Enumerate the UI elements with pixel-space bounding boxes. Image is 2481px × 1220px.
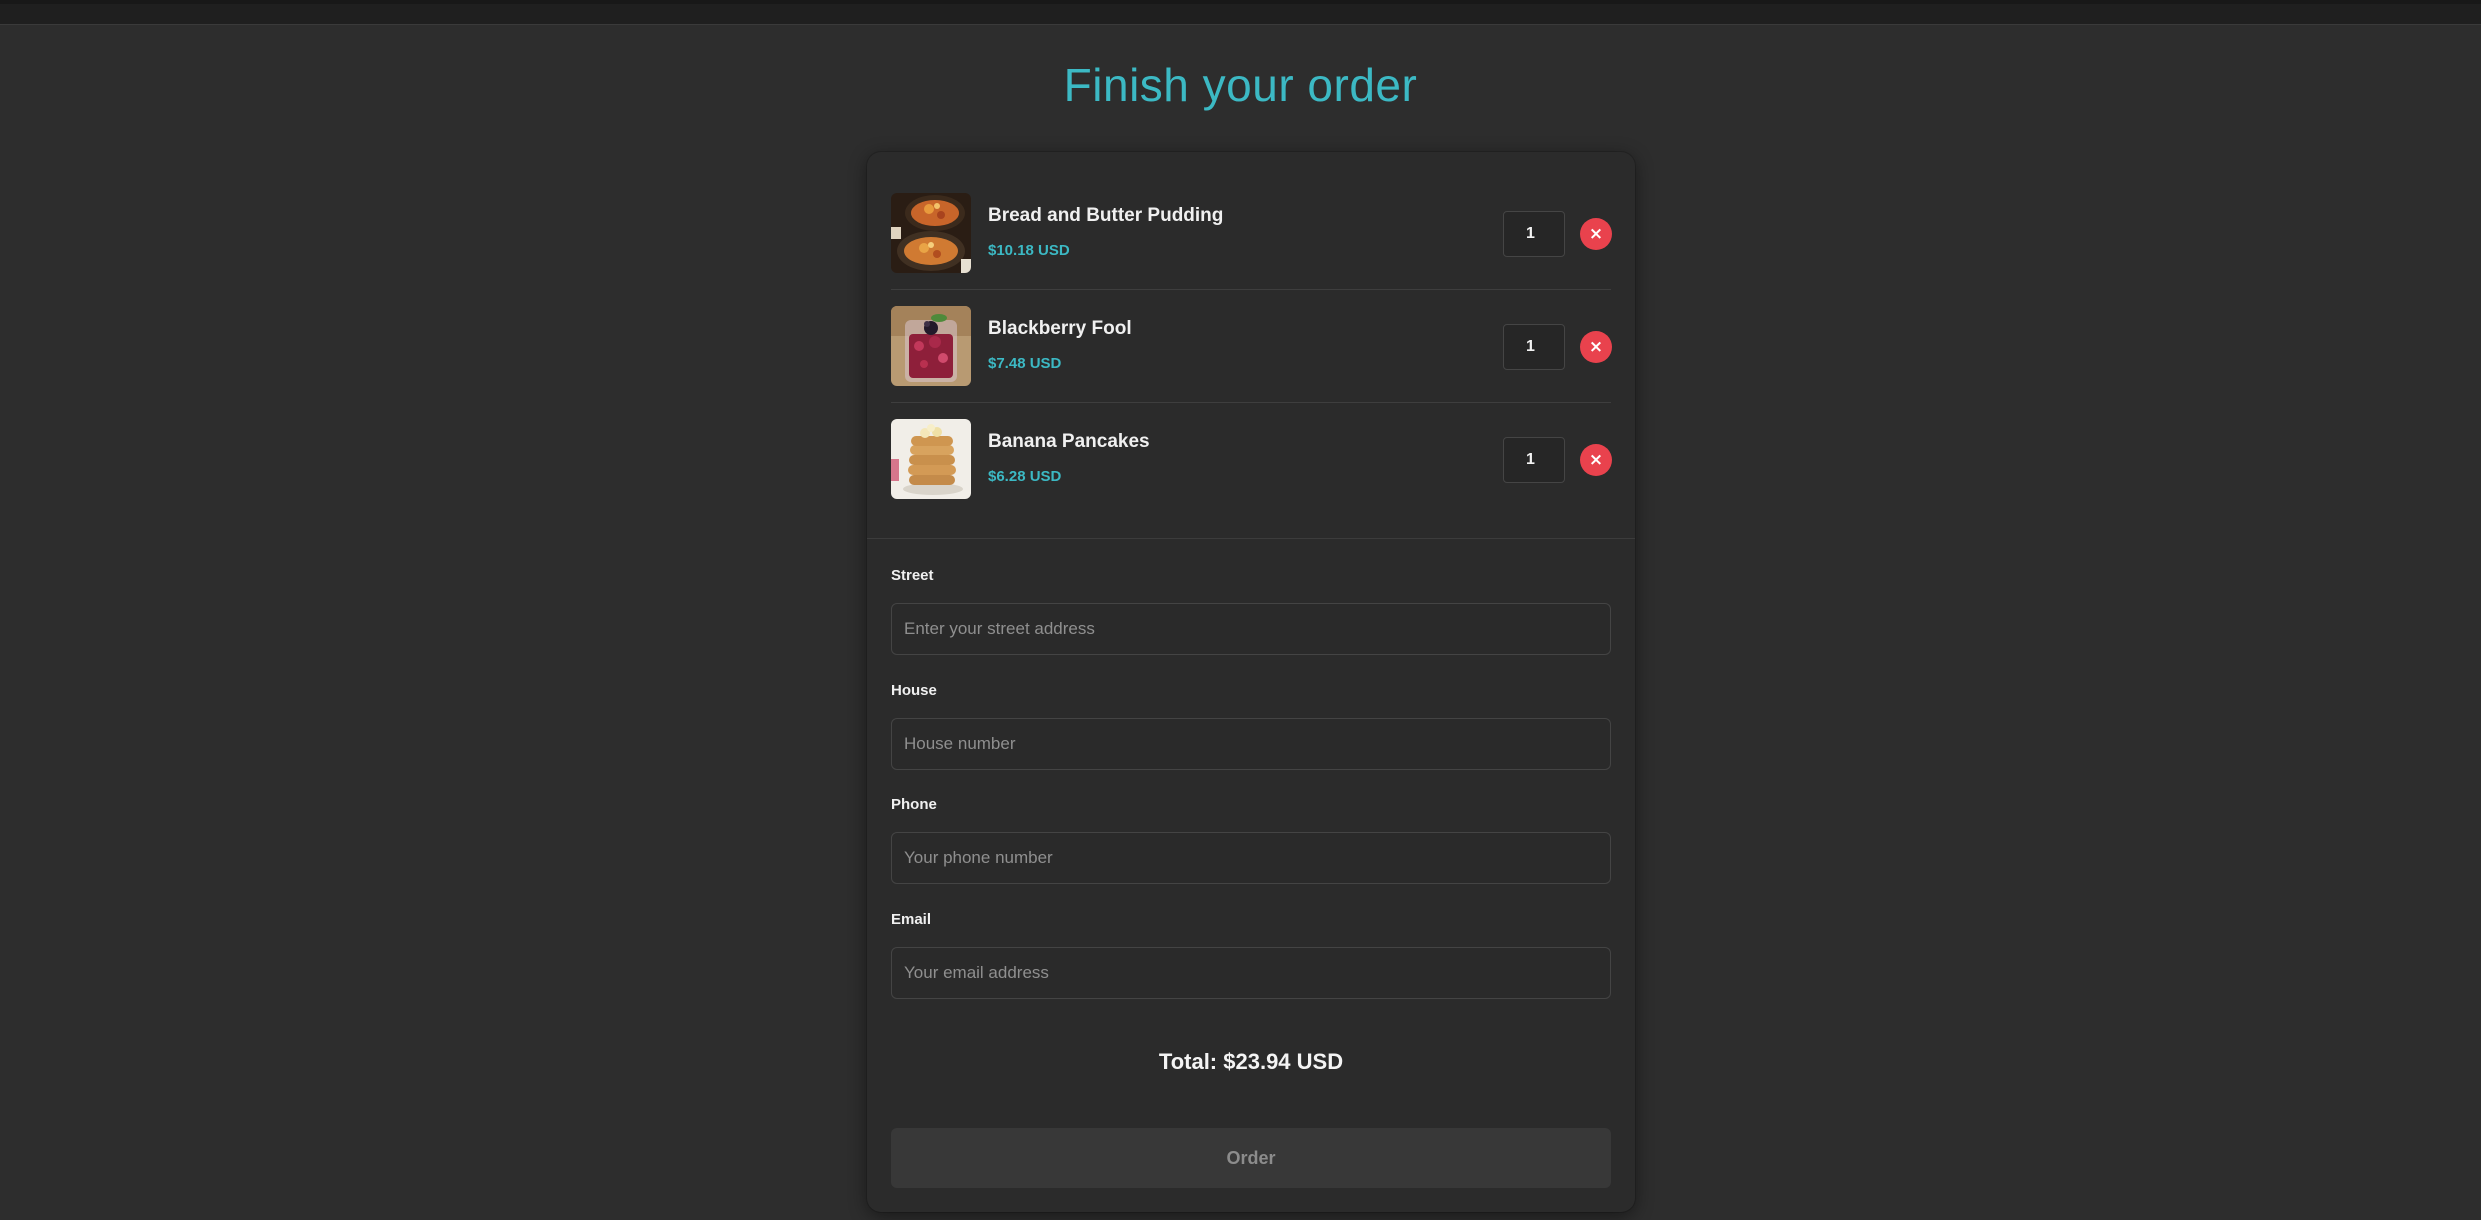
house-input[interactable]: [891, 718, 1611, 770]
order-button[interactable]: Order: [891, 1128, 1611, 1188]
street-input[interactable]: [891, 603, 1611, 655]
blackberry-fool-image: [891, 306, 971, 386]
item-divider: [891, 402, 1611, 403]
phone-label: Phone: [891, 796, 937, 813]
cart-item-price: $6.28 USD: [988, 468, 1062, 485]
house-label: House: [891, 682, 937, 699]
cart-item-price: $7.48 USD: [988, 355, 1062, 372]
cart-item: Blackberry Fool $7.48 USD ×: [891, 306, 1612, 388]
remove-item-button[interactable]: ×: [1580, 444, 1612, 476]
browser-top-bar: [0, 0, 2481, 25]
cart-item-name: Blackberry Fool: [988, 318, 1132, 339]
item-divider: [891, 289, 1611, 290]
bread-and-butter-pudding-image: [891, 193, 971, 273]
remove-item-button[interactable]: ×: [1580, 331, 1612, 363]
remove-item-button[interactable]: ×: [1580, 218, 1612, 250]
email-input[interactable]: [891, 947, 1611, 999]
quantity-input[interactable]: [1503, 211, 1565, 257]
order-card: Bread and Butter Pudding $10.18 USD × Bl…: [867, 152, 1635, 1212]
street-label: Street: [891, 567, 934, 584]
cart-item-price: $10.18 USD: [988, 242, 1070, 259]
section-divider: [867, 538, 1635, 539]
banana-pancakes-image: [891, 419, 971, 499]
cart-item-name: Bread and Butter Pudding: [988, 205, 1224, 226]
quantity-input[interactable]: [1503, 437, 1565, 483]
close-icon: ×: [1588, 337, 1604, 357]
cart-item-name: Banana Pancakes: [988, 431, 1150, 452]
cart-item: Bread and Butter Pudding $10.18 USD ×: [891, 193, 1612, 275]
cart-item: Banana Pancakes $6.28 USD ×: [891, 419, 1612, 501]
page-title: Finish your order: [1063, 59, 1418, 111]
close-icon: ×: [1588, 224, 1604, 244]
phone-input[interactable]: [891, 832, 1611, 884]
order-total: Total: $23.94 USD: [1158, 1049, 1344, 1074]
quantity-input[interactable]: [1503, 324, 1565, 370]
close-icon: ×: [1588, 450, 1604, 470]
email-label: Email: [891, 911, 932, 928]
